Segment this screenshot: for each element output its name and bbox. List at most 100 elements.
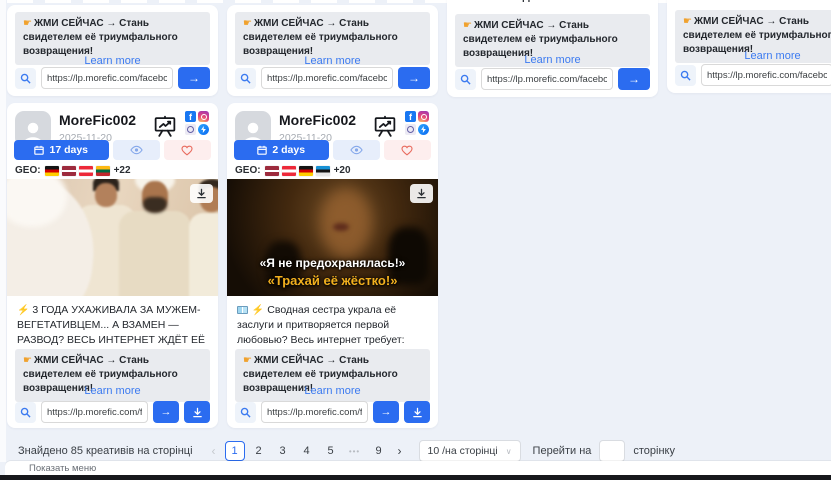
search-icon[interactable] [15, 68, 36, 89]
url-row: → [675, 64, 831, 86]
creatives-gallery-page: ЖМИ СЕЙЧАС → Стань свидетелем её триумфа… [0, 0, 831, 480]
audience-network-icon[interactable] [185, 124, 196, 135]
learn-more-link[interactable]: Learn more [7, 385, 218, 397]
prev-page-button[interactable]: ‹ [205, 441, 223, 461]
messenger-icon[interactable] [418, 124, 429, 135]
flag-de [45, 166, 59, 176]
page-button-2[interactable]: 2 [249, 441, 269, 461]
url-row: → [235, 401, 430, 423]
profile-name: MoreFic002 [279, 112, 372, 128]
page-buttons: 12345•••9 [223, 441, 391, 461]
description-lead-icons [17, 304, 32, 316]
learn-more-link[interactable]: Learn more [227, 55, 438, 67]
arrow-right-icon: → [628, 72, 640, 86]
landing-url-input[interactable] [41, 401, 148, 423]
download-icon [192, 407, 203, 418]
bolt-icon [17, 305, 29, 316]
more-link[interactable]: more [600, 0, 623, 3]
download-creative-button[interactable] [184, 401, 210, 423]
platforms-icons [405, 111, 430, 136]
landing-url-input[interactable] [481, 68, 613, 90]
favorite-button[interactable] [164, 140, 211, 160]
landing-url-input[interactable] [261, 67, 393, 89]
messenger-icon[interactable] [198, 124, 209, 135]
show-menu-button[interactable]: Показать меню [5, 463, 96, 474]
image-caption-line1: «Я не предохранялась!» [227, 256, 438, 270]
description-clipped: ИНТЕРНЕТ ЖДЁТ ЕЁ СМЕР... more [457, 0, 650, 3]
image-caption-line2: «Трахай её жёстко!» [227, 273, 438, 288]
search-icon[interactable] [15, 402, 36, 423]
facebook-icon[interactable] [185, 111, 196, 122]
creative-card: MoreFic002 2025-11-20 18:53:45 [7, 103, 218, 428]
open-url-button[interactable]: → [153, 401, 179, 423]
facebook-icon[interactable] [405, 111, 416, 122]
page-button-1[interactable]: 1 [225, 441, 245, 461]
page-button-4[interactable]: 4 [297, 441, 317, 461]
pointing-hand-icon [683, 16, 692, 27]
landing-url-input[interactable] [41, 67, 173, 89]
creative-card: MoreFic002 2025-11-20 18:53:45 [227, 103, 438, 428]
geo-label: GEO: [15, 165, 41, 176]
platforms-icons [185, 111, 210, 136]
flag-lv [265, 166, 279, 176]
geo-row: GEO: +22 [15, 165, 131, 176]
creative-card-partial: ЖМИ СЕЙЧАС → Стань свидетелем её триумфа… [227, 5, 438, 96]
url-row: → [15, 401, 210, 423]
open-url-button[interactable]: → [618, 68, 650, 90]
heart-icon [401, 145, 413, 156]
learn-more-link[interactable]: Learn more [667, 50, 831, 62]
views-button[interactable] [113, 140, 160, 160]
views-button[interactable] [333, 140, 380, 160]
download-image-button[interactable] [410, 184, 433, 203]
open-url-button[interactable]: → [178, 67, 210, 89]
bolt-icon [252, 305, 264, 316]
creative-image[interactable]: «Я не предохранялась!» «Трахай её жёстко… [227, 179, 438, 296]
bottom-menu-bar[interactable]: Показать меню [5, 461, 831, 475]
days-active-button[interactable]: 2 days [234, 140, 329, 160]
eye-icon [350, 145, 363, 155]
favorite-button[interactable] [384, 140, 431, 160]
arrow-right-icon: → [161, 406, 172, 418]
creative-image[interactable] [7, 179, 218, 296]
open-url-button[interactable]: → [373, 401, 399, 423]
calendar-icon [257, 145, 267, 155]
download-image-button[interactable] [190, 184, 213, 203]
geo-more-count: +20 [334, 165, 351, 176]
search-icon[interactable] [235, 68, 256, 89]
search-icon[interactable] [235, 402, 256, 423]
open-url-button[interactable]: → [398, 67, 430, 89]
days-active-button[interactable]: 17 days [14, 140, 109, 160]
next-page-button[interactable]: › [391, 441, 409, 461]
calendar-icon [34, 145, 44, 155]
url-row: → [235, 67, 430, 89]
card-actions: 2 days [234, 140, 431, 160]
profile-name: MoreFic002 [59, 112, 152, 128]
bottom-dark-edge [0, 475, 831, 480]
page-button-9[interactable]: 9 [369, 441, 389, 461]
pointing-hand-icon [23, 18, 32, 29]
creative-card-partial: ИНТЕРНЕТ ЖДЁТ ЕЁ СМЕР... more ЖМИ СЕЙЧАС… [447, 0, 658, 97]
creative-card-partial: ЖМИ СЕЙЧАС → Стань свидетелем её триумфа… [7, 5, 218, 96]
learn-more-link[interactable]: Learn more [447, 54, 658, 66]
instagram-icon[interactable] [418, 111, 429, 122]
page-button-3[interactable]: 3 [273, 441, 293, 461]
learn-more-link[interactable]: Learn more [7, 55, 218, 67]
page-size-select[interactable]: 10 /на сторінці∨ [419, 440, 521, 462]
analytics-board-icon[interactable] [372, 114, 398, 139]
geo-row: GEO: +20 [235, 165, 351, 176]
download-creative-button[interactable] [404, 401, 430, 423]
instagram-icon[interactable] [198, 111, 209, 122]
left-edge-strip [0, 0, 6, 462]
page-button-5[interactable]: 5 [321, 441, 341, 461]
audience-network-icon[interactable] [405, 124, 416, 135]
analytics-board-icon[interactable] [152, 114, 178, 139]
creative-card-partial: ЖМИ СЕЙЧАС → Стань свидетелем её триумфа… [667, 0, 831, 93]
search-icon[interactable] [455, 69, 476, 90]
goto-page-input[interactable] [599, 440, 625, 462]
learn-more-link[interactable]: Learn more [227, 385, 438, 397]
landing-url-input[interactable] [701, 64, 831, 86]
landing-url-input[interactable] [261, 401, 368, 423]
flag-lv [62, 166, 76, 176]
download-icon [196, 188, 207, 199]
search-icon[interactable] [675, 65, 696, 86]
